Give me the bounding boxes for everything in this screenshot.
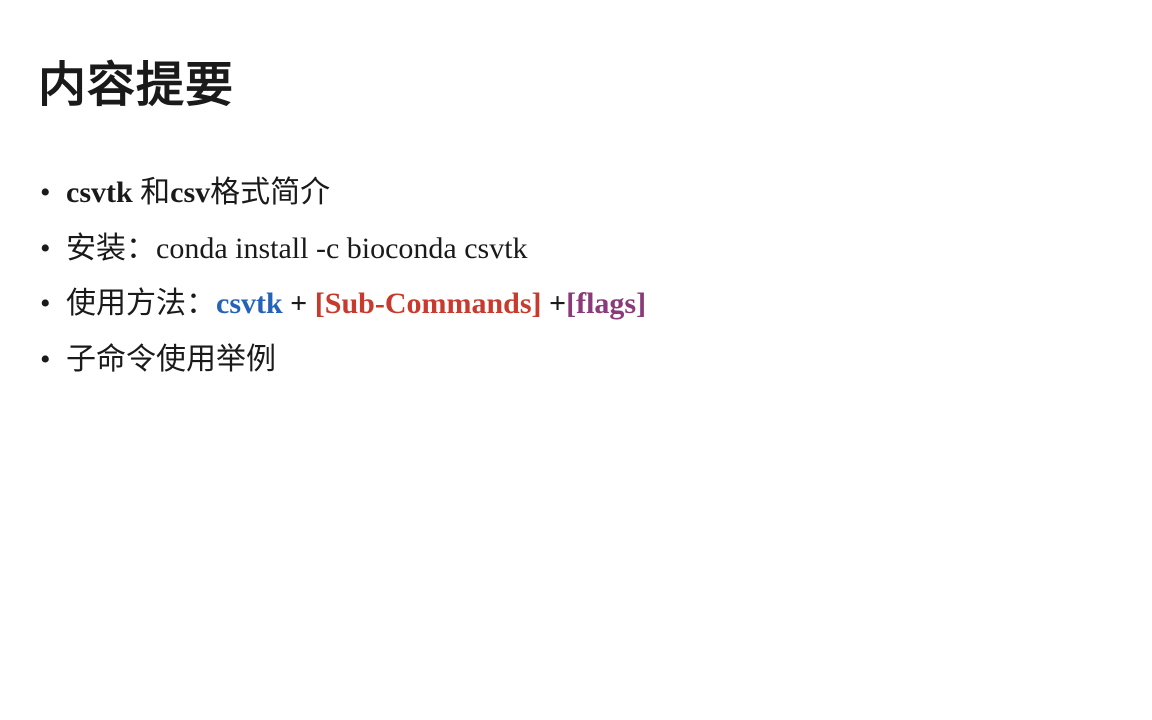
text-bold: csvtk (66, 176, 140, 209)
usage-flags: [flags] (566, 287, 646, 320)
list-item: 安装：conda install -c bioconda csvtk (38, 221, 1114, 277)
usage-subcommands: [Sub-Commands] (315, 287, 542, 320)
list-item: 子命令使用举例 (38, 332, 1114, 388)
text: 和 (140, 176, 170, 209)
list-item: 使用方法：csvtk + [Sub-Commands] +[flags] (38, 276, 1114, 332)
usage-plus: + (542, 287, 567, 320)
label-install: 安装： (66, 232, 156, 265)
usage-plus: + (283, 287, 315, 320)
usage-csvtk: csvtk (216, 287, 283, 320)
text: 格式简介 (210, 176, 330, 209)
list-item: csvtk 和csv格式简介 (38, 165, 1114, 221)
label-usage: 使用方法： (66, 287, 216, 320)
install-command: conda install -c bioconda csvtk (156, 232, 528, 265)
text-bold: csv (170, 176, 210, 209)
text: 子命令使用举例 (66, 343, 276, 376)
slide-title: 内容提要 (38, 45, 1114, 115)
content-list: csvtk 和csv格式简介 安装：conda install -c bioco… (38, 165, 1114, 387)
